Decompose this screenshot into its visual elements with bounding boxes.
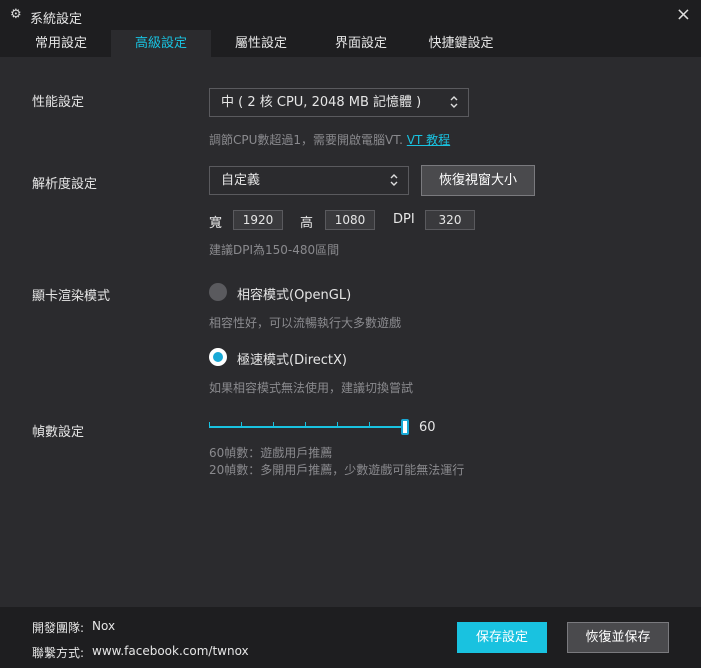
height-input[interactable]: 1080 <box>325 210 375 230</box>
fps-label: 幀數設定 <box>32 425 85 440</box>
fps-note-20: 20幀數：多開用戶推薦，少數遊戲可能無法運行 <box>209 463 465 477</box>
window-title: 系統設定 <box>30 12 83 27</box>
dpi-input[interactable]: 320 <box>425 210 475 230</box>
fps-slider-tick <box>241 422 242 428</box>
tab-shortcuts[interactable]: 快捷鍵設定 <box>411 30 511 57</box>
opengl-radio[interactable] <box>209 283 227 301</box>
updown-chevron-icon <box>450 96 458 108</box>
fps-slider-tick <box>273 422 274 428</box>
updown-chevron-icon <box>390 174 398 186</box>
performance-hint-text: 調節CPU數超過1，需要開啟電腦VT. <box>209 133 403 147</box>
opengl-desc: 相容性好，可以流暢執行大多數遊戲 <box>209 316 402 330</box>
contact-label: 聯繫方式: <box>32 646 85 660</box>
performance-hint: 調節CPU數超過1，需要開啟電腦VT. VT 教程 <box>209 131 450 148</box>
height-label: 高 <box>300 216 314 231</box>
gear-icon: ⚙ <box>10 7 22 22</box>
fps-slider-tick <box>209 422 210 428</box>
dpi-hint: 建議DPI為150-480區間 <box>209 243 340 257</box>
performance-select-value: 中 ( 2 核 CPU, 2048 MB 記憶體 ) <box>221 95 422 110</box>
directx-radio[interactable] <box>209 348 227 366</box>
title-bar: ⚙ 系統設定 × <box>0 0 701 30</box>
width-label: 寬 <box>209 216 223 231</box>
tab-bar: 常用設定 高級設定 屬性設定 界面設定 快捷鍵設定 <box>0 30 701 57</box>
performance-label: 性能設定 <box>32 95 85 110</box>
width-input[interactable]: 1920 <box>233 210 283 230</box>
resolution-select[interactable]: 自定義 <box>209 166 409 195</box>
performance-select[interactable]: 中 ( 2 核 CPU, 2048 MB 記憶體 ) <box>209 88 469 117</box>
dev-team-label: 開發團隊: <box>32 621 85 635</box>
tab-advanced[interactable]: 高級設定 <box>111 30 211 57</box>
fps-slider-tick <box>305 422 306 428</box>
fps-slider-tick <box>337 422 338 428</box>
save-settings-button[interactable]: 保存設定 <box>457 622 547 653</box>
fps-slider-tick <box>369 422 370 428</box>
settings-window: ⚙ 系統設定 × 常用設定 高級設定 屬性設定 界面設定 快捷鍵設定 性能設定 … <box>0 0 701 668</box>
directx-radio-label[interactable]: 極速模式(DirectX) <box>237 349 347 368</box>
fps-note-60: 60幀數：遊戲用戶推薦 <box>209 446 333 460</box>
close-icon[interactable]: × <box>676 4 691 25</box>
resolution-select-value: 自定義 <box>221 173 261 188</box>
opengl-radio-label[interactable]: 相容模式(OpenGL) <box>237 284 351 303</box>
tab-general[interactable]: 常用設定 <box>11 30 111 57</box>
tab-interface[interactable]: 界面設定 <box>311 30 411 57</box>
dev-team-value: Nox <box>92 619 116 633</box>
vt-tutorial-link[interactable]: VT 教程 <box>407 133 450 147</box>
contact-value: www.facebook.com/twnox <box>92 644 249 658</box>
tab-properties[interactable]: 屬性設定 <box>211 30 311 57</box>
fps-value: 60 <box>419 420 436 435</box>
restore-window-size-button[interactable]: 恢復視窗大小 <box>421 165 535 196</box>
directx-desc: 如果相容模式無法使用，建議切換嘗試 <box>209 381 414 395</box>
resolution-label: 解析度設定 <box>32 177 98 192</box>
dpi-label: DPI <box>393 212 415 227</box>
render-mode-label: 顯卡渲染模式 <box>32 289 111 304</box>
fps-slider-thumb[interactable] <box>401 419 409 435</box>
restore-and-save-button[interactable]: 恢復並保存 <box>567 622 669 653</box>
